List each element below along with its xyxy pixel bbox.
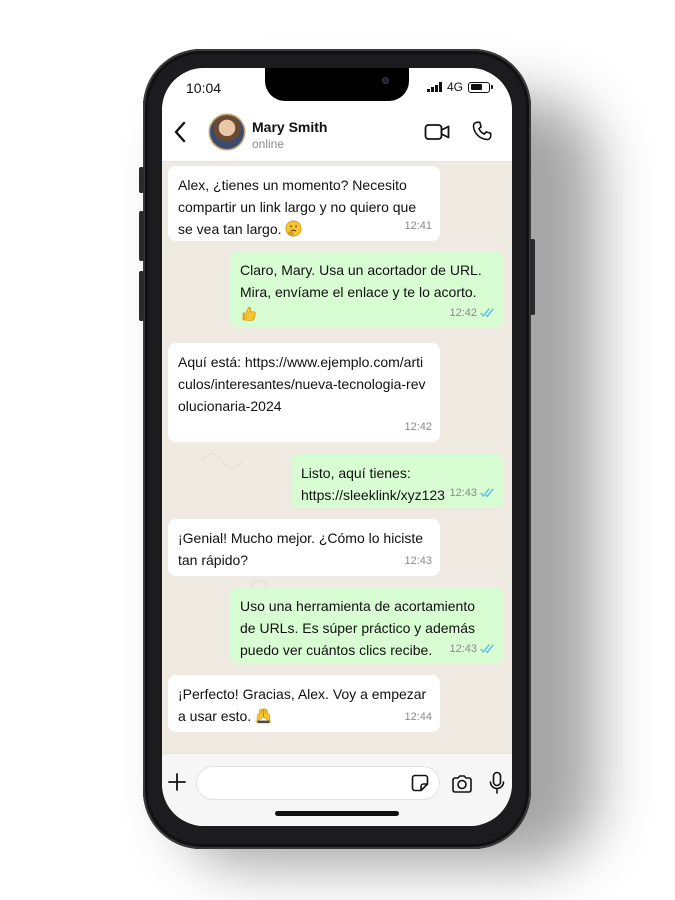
status-time: 10:04 <box>186 80 222 96</box>
read-ticks-icon <box>480 488 494 497</box>
chevron-left-icon[interactable] <box>170 118 192 146</box>
microphone-icon[interactable] <box>488 771 506 795</box>
volume-down-button <box>139 271 144 321</box>
message-text: Aquí está: https://www.ejemplo.com/artic… <box>178 354 426 414</box>
message-list[interactable]: Alex, ¿tienes un momento? Necesito compa… <box>162 161 512 753</box>
message-text: ¡Perfecto! Gracias, Alex. Voy a empezar … <box>178 686 427 724</box>
message-bubble-incoming[interactable]: ¡Genial! Mucho mejor. ¿Cómo lo hiciste t… <box>168 519 440 576</box>
phone-icon[interactable] <box>471 120 493 142</box>
message-bubble-outgoing[interactable]: Claro, Mary. Usa un acortador de URL. Mi… <box>230 251 504 328</box>
status-bar: 10:04 4G <box>162 68 512 104</box>
battery-icon <box>468 81 493 93</box>
message-bubble-outgoing[interactable]: Listo, aquí tienes: https://sleeklink/xy… <box>291 454 504 508</box>
message-meta: 12:43 <box>449 482 496 504</box>
volume-up-button <box>139 211 144 261</box>
read-ticks-icon <box>480 644 494 653</box>
message-time: 12:44 <box>404 711 432 723</box>
message-meta: 12:43 <box>404 550 432 572</box>
camera-icon[interactable] <box>451 774 473 794</box>
message-bubble-outgoing[interactable]: Uso una herramienta de acortamiento de U… <box>230 587 504 664</box>
silent-switch <box>139 167 144 193</box>
message-time: 12:43 <box>404 555 432 567</box>
message-time: 12:42 <box>404 421 432 433</box>
avatar[interactable] <box>210 115 244 149</box>
message-time: 12:43 <box>449 643 477 655</box>
status-indicators: 4G <box>427 80 493 94</box>
message-meta: 12:43 <box>449 638 496 660</box>
notch <box>265 68 409 101</box>
power-button <box>530 239 535 315</box>
message-field[interactable] <box>196 766 440 800</box>
thinking-face-icon <box>285 220 302 237</box>
message-meta: 12:41 <box>404 215 432 237</box>
raising-hands-icon <box>256 708 271 724</box>
message-bubble-incoming[interactable]: ¡Perfecto! Gracias, Alex. Voy a empezar … <box>168 675 440 732</box>
message-meta: 12:42 <box>404 416 432 438</box>
contact-name[interactable]: Mary Smith <box>252 119 327 135</box>
contact-status: online <box>252 137 285 151</box>
message-input[interactable] <box>210 773 404 795</box>
front-camera <box>382 77 389 84</box>
read-ticks-icon <box>480 308 494 317</box>
message-time: 12:41 <box>404 220 432 232</box>
message-text: ¡Genial! Mucho mejor. ¿Cómo lo hiciste t… <box>178 530 424 568</box>
message-text: Uso una herramienta de acortamiento de U… <box>240 598 476 658</box>
thumbs-up-icon <box>242 306 256 321</box>
message-text: Listo, aquí tienes: https://sleeklink/xy… <box>301 465 445 503</box>
message-meta: 12:42 <box>449 302 496 324</box>
video-camera-icon[interactable] <box>424 122 450 142</box>
message-bubble-incoming[interactable]: Aquí está: https://www.ejemplo.com/artic… <box>168 343 440 442</box>
chat-header: Mary Smith online <box>162 104 512 162</box>
signal-icon <box>427 82 442 92</box>
home-indicator <box>275 811 399 816</box>
message-bubble-incoming[interactable]: Alex, ¿tienes un momento? Necesito compa… <box>168 166 440 241</box>
message-time: 12:43 <box>449 487 477 499</box>
plus-icon[interactable] <box>167 772 187 792</box>
message-text: Claro, Mary. Usa un acortador de URL. Mi… <box>240 262 482 300</box>
message-time: 12:42 <box>449 307 477 319</box>
network-label: 4G <box>446 80 463 94</box>
phone-screen: 10:04 4G Mary Smith online Alex, ¿tienes… <box>162 68 512 826</box>
sticker-icon[interactable] <box>410 773 430 793</box>
message-input-bar <box>162 753 512 826</box>
message-meta: 12:44 <box>404 706 432 728</box>
